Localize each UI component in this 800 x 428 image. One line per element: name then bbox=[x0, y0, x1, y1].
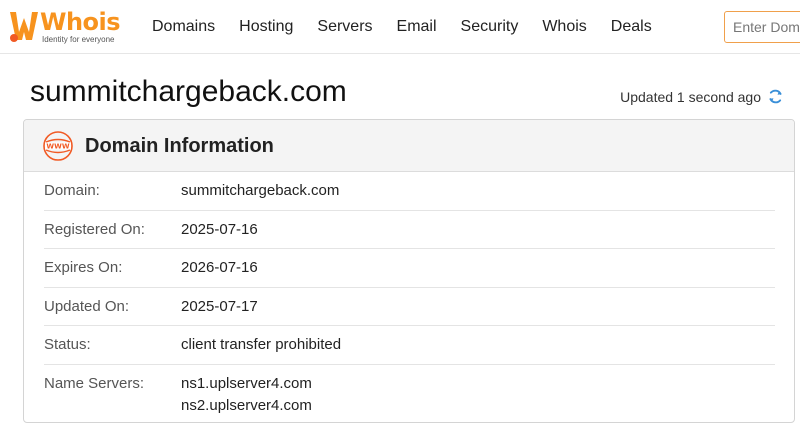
logo-mark-icon bbox=[10, 12, 38, 42]
table-row: Domain: summitchargeback.com bbox=[44, 172, 775, 211]
row-value: 2025-07-16 bbox=[181, 220, 258, 238]
table-row: Updated On: 2025-07-17 bbox=[44, 288, 775, 326]
table-row: Expires On: 2026-07-16 bbox=[44, 249, 775, 288]
logo-tagline: Identity for everyone bbox=[42, 35, 115, 44]
whois-logo[interactable]: Whois Identity for everyone bbox=[6, 6, 136, 48]
row-label: Expires On: bbox=[44, 259, 123, 276]
nav-deals[interactable]: Deals bbox=[611, 18, 652, 36]
name-servers-list: ns1.uplserver4.com ns2.uplserver4.com bbox=[181, 373, 312, 417]
table-row: Name Servers: ns1.uplserver4.com ns2.upl… bbox=[44, 365, 775, 423]
logo-wordmark: Whois bbox=[40, 8, 121, 36]
row-label: Registered On: bbox=[44, 220, 145, 238]
nav-security[interactable]: Security bbox=[461, 18, 519, 36]
refresh-icon[interactable] bbox=[767, 88, 784, 105]
domain-info-table: Domain: summitchargeback.com Registered … bbox=[44, 172, 775, 423]
row-value: client transfer prohibited bbox=[181, 336, 342, 353]
row-label: Status: bbox=[44, 336, 91, 353]
table-row: Registered On: 2025-07-16 bbox=[44, 211, 775, 249]
svg-text:WWW: WWW bbox=[46, 143, 69, 151]
name-server: ns2.uplserver4.com bbox=[181, 396, 312, 414]
row-value: summitchargeback.com bbox=[181, 182, 340, 199]
row-value: 2026-07-16 bbox=[181, 259, 258, 276]
card-title: Domain Information bbox=[85, 135, 274, 157]
nav-domains[interactable]: Domains bbox=[152, 18, 215, 36]
domain-search-input[interactable] bbox=[724, 11, 800, 43]
row-label: Name Servers: bbox=[44, 374, 145, 392]
name-server: ns1.uplserver4.com bbox=[181, 374, 312, 392]
table-row: Status: client transfer prohibited bbox=[44, 326, 775, 365]
www-icon: WWW bbox=[43, 131, 73, 161]
row-value: 2025-07-17 bbox=[181, 297, 258, 315]
nav-email[interactable]: Email bbox=[397, 18, 437, 36]
page-title: summitchargeback.com bbox=[30, 75, 347, 108]
row-label: Domain: bbox=[44, 182, 100, 199]
main-nav: Domains Hosting Servers Email Security W… bbox=[140, 0, 664, 54]
row-label: Updated On: bbox=[44, 297, 130, 315]
nav-hosting[interactable]: Hosting bbox=[239, 18, 293, 36]
domain-information-card: WWW Domain Information Domain: summitcha… bbox=[23, 119, 795, 423]
card-header: WWW Domain Information bbox=[24, 120, 794, 172]
updated-text: Updated 1 second ago bbox=[620, 88, 761, 105]
nav-servers[interactable]: Servers bbox=[317, 18, 372, 36]
updated-status: Updated 1 second ago bbox=[620, 88, 784, 105]
nav-whois[interactable]: Whois bbox=[542, 18, 586, 36]
top-navigation-bar: Whois Identity for everyone Domains Host… bbox=[0, 0, 800, 54]
